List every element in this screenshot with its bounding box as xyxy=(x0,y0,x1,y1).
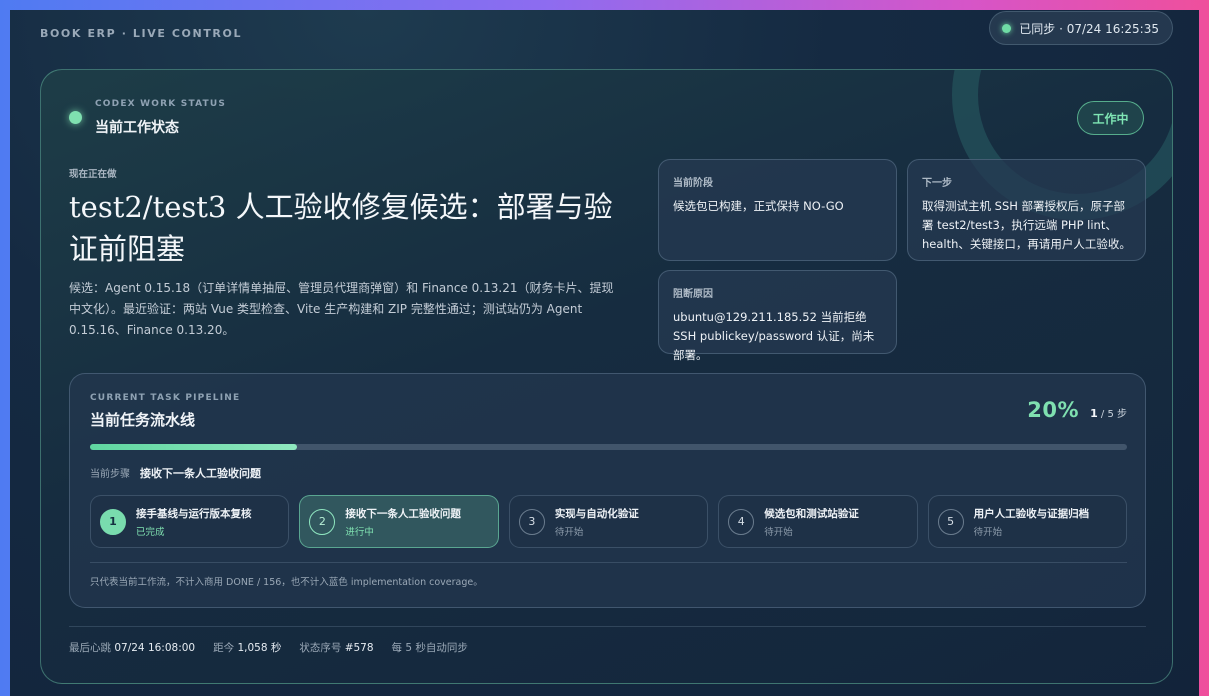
blocker-box: 阻断原因 ubuntu@129.211.185.52 当前拒绝 SSH publ… xyxy=(658,270,897,362)
current-task-headline: test2/test3 人工验收修复候选：部署与验证前阻塞 xyxy=(69,190,613,266)
step-status: 待开始 xyxy=(764,526,793,538)
status-dot-icon xyxy=(69,111,82,124)
heartbeat-value: 07/24 16:08:00 xyxy=(114,642,196,654)
pipeline-step-current: 1 xyxy=(1090,407,1098,420)
heartbeat-label: 最后心跳 xyxy=(69,642,111,654)
card-eyebrow: CODEX WORK STATUS xyxy=(95,99,227,109)
step-title: 候选包和测试站验证 xyxy=(764,507,859,520)
app-frame: BOOK ERP · LIVE CONTROL 已同步 · 07/24 16:2… xyxy=(10,10,1199,696)
sequence-label: 状态序号 xyxy=(299,642,342,654)
sync-status-pill: 已同步 · 07/24 16:25:35 xyxy=(989,11,1173,45)
blocker-text: ubuntu@129.211.185.52 当前拒绝 SSH publickey… xyxy=(673,310,875,362)
current-step-label: 当前步骤 xyxy=(90,469,130,480)
current-task-description: 候选：Agent 0.15.18（订单详情单抽屉、管理员代理商弹窗）和 Fina… xyxy=(69,281,614,337)
pipeline-step-4[interactable]: 4 候选包和测试站验证 待开始 xyxy=(718,495,918,548)
current-step-value: 接收下一条人工验收问题 xyxy=(140,467,261,480)
pipeline-step-total: / 5 步 xyxy=(1100,409,1127,420)
pipeline-steps: 1 接手基线与运行版本复核 已完成 2 接收下一条人工验收问题 进行中 3 实现… xyxy=(90,495,1128,548)
step-title: 用户人工验收与证据归档 xyxy=(973,507,1090,520)
brand-title: BOOK ERP · LIVE CONTROL xyxy=(40,26,243,40)
pipeline-step-2[interactable]: 2 接收下一条人工验收问题 进行中 xyxy=(299,495,499,548)
step-number-badge: 3 xyxy=(518,508,545,535)
sequence-value: #578 xyxy=(344,642,374,654)
task-pipeline-panel: CURRENT TASK PIPELINE 当前任务流水线 20% 1 / 5 … xyxy=(69,373,1146,608)
pipeline-percent: 20% xyxy=(1027,398,1079,422)
pipeline-step-count: 1 / 5 步 xyxy=(1090,405,1127,420)
step-status: 进行中 xyxy=(345,526,374,538)
pipeline-step-1[interactable]: 1 接手基线与运行版本复核 已完成 xyxy=(90,495,290,548)
card-title: 当前工作状态 xyxy=(95,120,179,136)
status-footer: 最后心跳 07/24 16:08:00 距今 1,058 秒 状态序号 #578… xyxy=(69,640,468,655)
next-step-label: 下一步 xyxy=(922,178,952,189)
step-title: 实现与自动化验证 xyxy=(554,507,639,520)
pipeline-eyebrow: CURRENT TASK PIPELINE xyxy=(90,393,241,403)
step-number-badge: 1 xyxy=(100,508,126,535)
pipeline-divider xyxy=(90,562,1127,563)
pipeline-title: 当前任务流水线 xyxy=(90,411,196,429)
pipeline-note: 只代表当前工作流，不计入商用 DONE / 156，也不计入蓝色 impleme… xyxy=(90,577,483,588)
next-step-text: 取得测试主机 SSH 部署授权后，原子部署 test2/test3，执行远端 P… xyxy=(922,199,1131,251)
sync-status-text: 已同步 · 07/24 16:25:35 xyxy=(1019,21,1159,36)
step-status: 已完成 xyxy=(136,526,165,538)
sequence-item: 状态序号 #578 xyxy=(299,640,373,655)
work-status-card: CODEX WORK STATUS 当前工作状态 工作中 现在正在做 test2… xyxy=(40,69,1173,684)
top-bar: BOOK ERP · LIVE CONTROL xyxy=(40,21,242,45)
current-step-row: 当前步骤 接收下一条人工验收问题 xyxy=(90,465,261,481)
step-number-badge: 5 xyxy=(937,508,964,535)
since-value: 1,058 秒 xyxy=(237,642,282,654)
heartbeat-item: 最后心跳 07/24 16:08:00 xyxy=(69,640,195,655)
auto-sync-note: 每 5 秒自动同步 xyxy=(391,642,468,654)
current-phase-box: 当前阶段 候选包已构建，正式保持 NO-GO xyxy=(658,159,897,261)
step-status: 待开始 xyxy=(554,526,584,538)
now-doing-label: 现在正在做 xyxy=(69,169,117,180)
pipeline-step-3[interactable]: 3 实现与自动化验证 待开始 xyxy=(508,495,709,548)
pipeline-progress-fill xyxy=(90,444,298,450)
since-label: 距今 xyxy=(213,642,235,654)
pipeline-step-5[interactable]: 5 用户人工验收与证据归档 待开始 xyxy=(927,495,1128,548)
working-status-badge: 工作中 xyxy=(1077,101,1144,135)
pipeline-progress-track xyxy=(90,444,1127,450)
step-number-badge: 2 xyxy=(309,508,336,535)
step-status: 待开始 xyxy=(973,526,1003,538)
blocker-label: 阻断原因 xyxy=(673,289,713,300)
next-step-box: 下一步 取得测试主机 SSH 部署授权后，原子部署 test2/test3，执行… xyxy=(907,159,1146,261)
step-title: 接手基线与运行版本复核 xyxy=(136,507,252,520)
step-title: 接收下一条人工验收问题 xyxy=(345,507,461,520)
step-number-badge: 4 xyxy=(728,508,755,535)
current-phase-text: 候选包已构建，正式保持 NO-GO xyxy=(673,199,844,213)
since-item: 距今 1,058 秒 xyxy=(213,640,281,655)
footer-divider xyxy=(69,626,1146,627)
current-phase-label: 当前阶段 xyxy=(673,178,713,189)
sync-dot-icon xyxy=(1002,23,1012,33)
